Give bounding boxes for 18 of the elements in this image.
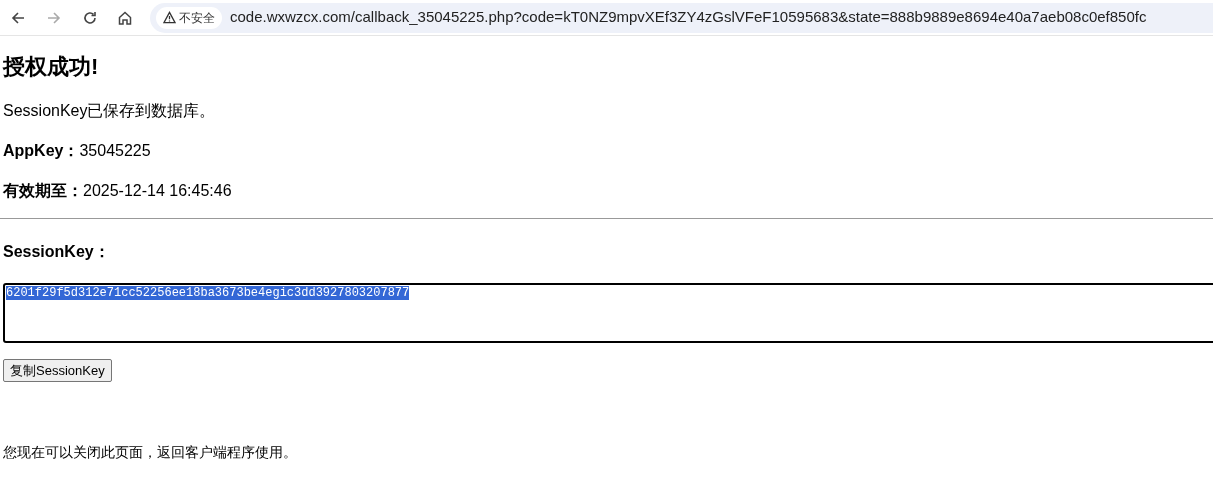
security-chip[interactable]: 不安全 — [156, 6, 222, 29]
field-label: 有效期至： — [3, 181, 83, 201]
session-key-label: SessionKey： — [3, 242, 110, 262]
reload-icon[interactable] — [82, 9, 98, 26]
saved-note: SessionKey已保存到数据库。 — [3, 101, 217, 121]
page-heading: 授权成功! — [3, 53, 99, 81]
address-field[interactable]: code.wxwzcx.com/callback_35045225.php?code=kT0NZ9mpvXEf3ZY4zGslVFeF10595683&state=888b9889e8694e40a7aeb08c0ef850fc — [230, 6, 1147, 29]
session-key-text: 6201f29f5d312e71cc52256ee18ba3673be4egic3dd3927803207877 — [6, 286, 410, 300]
copy-button[interactable]: 复制SessionKey — [3, 359, 112, 382]
footer-note: 您现在可以关闭此页面，返回客户端程序使用。 — [3, 443, 298, 462]
field-value: 2025-12-14 16:45:46 — [83, 181, 232, 201]
back-icon[interactable] — [10, 9, 26, 26]
session-key-field[interactable]: 6201f29f5d312e71cc52256ee18ba3673be4egic3dd3927803207877 — [3, 283, 1213, 343]
warning-icon — [163, 11, 176, 24]
field-value: 35045225 — [79, 141, 151, 161]
security-label: 不安全 — [179, 9, 215, 27]
field-label: AppKey： — [3, 141, 80, 161]
home-icon[interactable] — [117, 9, 133, 26]
